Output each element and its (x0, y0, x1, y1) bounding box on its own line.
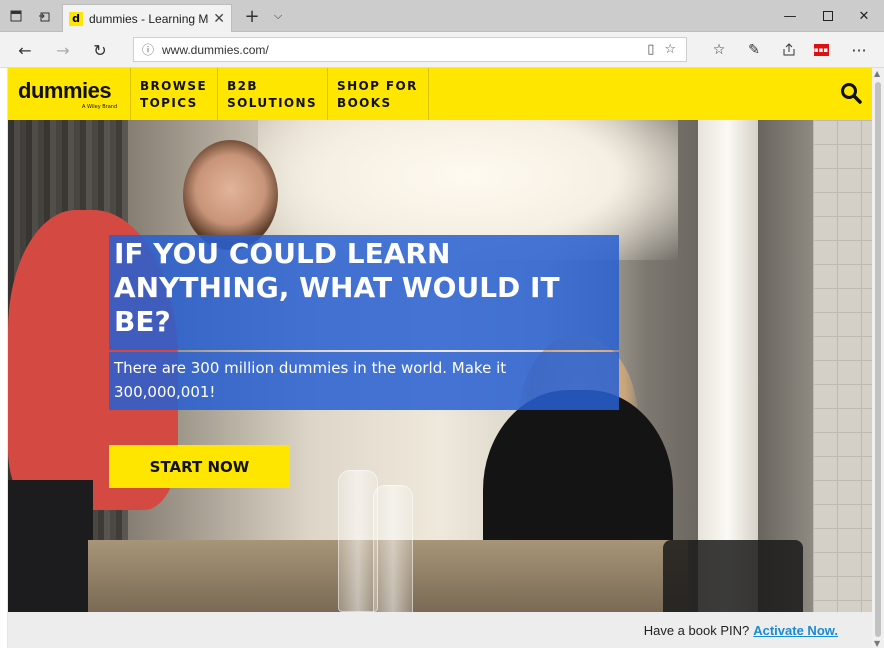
url-text[interactable]: www.dummies.com/ (162, 43, 647, 57)
favicon: d (69, 11, 83, 26)
close-icon[interactable]: ✕ (213, 11, 225, 27)
hero-photo-tiles (813, 120, 872, 612)
nav-browse-topics[interactable]: BROWSE TOPICS (130, 68, 217, 120)
hero-photo-legs (8, 480, 93, 612)
nav-label-line: B2B (227, 79, 258, 93)
favorites-icon[interactable]: ☆ (706, 38, 732, 62)
pin-prompt: Have a book PIN? (643, 622, 750, 638)
share-icon[interactable] (776, 38, 802, 62)
chevron-down-icon[interactable]: ⌵ (264, 0, 292, 32)
activate-now-link[interactable]: Activate Now. (753, 623, 838, 638)
scroll-up-icon[interactable]: ▲ (874, 69, 880, 78)
pen-icon[interactable]: ✎ (741, 38, 767, 62)
nav-label-line: SHOP FOR (337, 79, 418, 93)
scroll-thumb[interactable] (875, 82, 881, 637)
logo-text: dummies (18, 78, 112, 103)
hero-banner: IF YOU COULD LEARN ANYTHING, WHAT WOULD … (8, 120, 872, 612)
nav-shop-for-books[interactable]: SHOP FOR BOOKS (327, 68, 429, 120)
page-scrollbar[interactable]: ▲ ▼ (872, 68, 884, 648)
scroll-down-icon[interactable]: ▼ (874, 639, 880, 648)
title-bar: d dummies - Learning Ma ✕ + ⌵ — ✕ (0, 0, 884, 32)
hero-photo-bottle (338, 470, 378, 612)
hero-photo-column (698, 120, 758, 612)
close-window-icon[interactable]: ✕ (842, 0, 884, 32)
browser-tab[interactable]: d dummies - Learning Ma ✕ (62, 4, 232, 32)
address-bar[interactable]: ⓘ www.dummies.com/ ▯ ☆ (133, 37, 687, 62)
new-tab-icon[interactable]: + (238, 0, 266, 32)
tab-preview-icon[interactable] (2, 0, 30, 32)
hero-photo-chair (663, 540, 803, 612)
reading-view-icon[interactable]: ▯ (647, 42, 654, 57)
forward-icon[interactable]: → (50, 38, 76, 62)
book-pin-bar: Have a book PIN? Activate Now. (8, 612, 872, 648)
window-edge (0, 68, 8, 648)
set-aside-tabs-icon[interactable] (30, 0, 58, 32)
hero-photo-bottle (373, 485, 413, 612)
hero-subline: There are 300 million dummies in the wor… (114, 359, 507, 401)
star-icon[interactable]: ☆ (664, 42, 676, 57)
site-header: dummies A Wiley Brand BROWSE TOPICS B2B … (8, 68, 872, 120)
refresh-icon[interactable]: ↻ (87, 38, 113, 62)
start-now-button[interactable]: START NOW (109, 445, 290, 488)
tab-title: dummies - Learning Ma (89, 11, 210, 26)
dummies-logo[interactable]: dummies A Wiley Brand (8, 68, 130, 120)
nav-label-line: SOLUTIONS (227, 96, 318, 110)
browser-toolbar: ← → ↻ ⓘ www.dummies.com/ ▯ ☆ ☆ ✎ ▪▪▪ ··· (0, 32, 884, 68)
back-icon[interactable]: ← (12, 38, 38, 62)
hero-photo-head (183, 140, 278, 250)
nav-label-line: TOPICS (140, 96, 198, 110)
more-icon[interactable]: ··· (846, 38, 872, 62)
info-icon[interactable]: ⓘ (142, 41, 154, 58)
logo-tagline: A Wiley Brand (82, 104, 118, 110)
nav-label-line: BOOKS (337, 96, 392, 110)
nav-label-line: BROWSE (140, 79, 208, 93)
pdf-extension-icon[interactable]: ▪▪▪ (808, 38, 834, 62)
nav-b2b-solutions[interactable]: B2B SOLUTIONS (217, 68, 327, 120)
hero-headline: IF YOU COULD LEARN ANYTHING, WHAT WOULD … (114, 237, 560, 338)
search-icon[interactable] (840, 82, 862, 104)
